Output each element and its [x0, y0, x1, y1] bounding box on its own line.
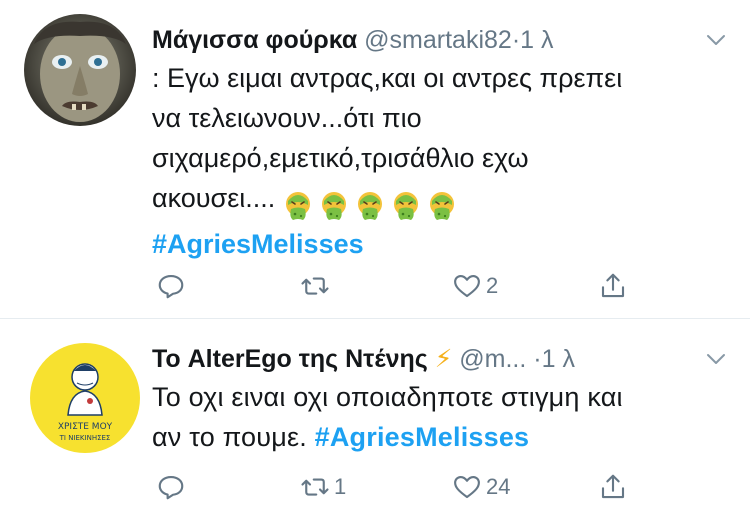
tweet-text-line: να τελειωνουν...ότι πιο	[152, 103, 422, 133]
retweet-icon	[301, 277, 329, 295]
hashtag-link[interactable]: #AgriesMelisses	[315, 422, 530, 452]
vomiting-face-icon	[321, 191, 346, 220]
tweet-text: : Εγω ειμαι αντρας,και οι αντρες πρεπει …	[152, 58, 722, 264]
separator-dot: ·	[533, 345, 542, 373]
tweet-text-line: Το οχι ειναι οχι οποιαδηποτε στιγμη και	[152, 382, 623, 412]
like-button[interactable]: 24	[452, 469, 510, 505]
witch-avatar-image	[24, 14, 136, 126]
tweet-text-fragment: ακουσει....	[152, 183, 276, 213]
chevron-down-icon[interactable]	[704, 347, 728, 371]
reply-button[interactable]	[156, 268, 186, 304]
display-name[interactable]: Το AlterEgo της Ντένης	[152, 345, 428, 373]
share-button[interactable]	[598, 268, 628, 304]
reply-icon	[158, 475, 184, 500]
lightning-emoji: ⚡	[434, 345, 453, 373]
like-button[interactable]: 2	[452, 268, 498, 304]
tweet-text-line: σιχαμερό,εμετικό,τρισάθλιο εχω	[152, 143, 529, 173]
avatar[interactable]: ΧΡΙΣΤΕ ΜΟΥ ΤΙ ΝΙΕΚΙΝΗΣΕΣ	[30, 343, 140, 453]
tweet-text: Το οχι ειναι οχι οποιαδηποτε στιγμη και …	[152, 377, 722, 457]
share-icon	[601, 273, 625, 298]
like-count: 2	[486, 273, 499, 298]
vomiting-face-icon	[357, 191, 382, 220]
separator-dot: ·	[511, 26, 521, 54]
timestamp[interactable]: 1 λ	[520, 26, 553, 54]
tweet[interactable]: Μάγισσα φούρκα @smartaki82·1 λ : Εγω ειμ…	[0, 0, 750, 318]
hashtag-link[interactable]: #AgriesMelisses	[152, 229, 364, 259]
tweet-actions: 2	[152, 268, 652, 304]
reply-button[interactable]	[156, 469, 186, 505]
tweet[interactable]: ΧΡΙΣΤΕ ΜΟΥ ΤΙ ΝΙΕΚΙΝΗΣΕΣ Το AlterEgo της…	[0, 319, 750, 521]
share-button[interactable]	[598, 469, 628, 505]
vomiting-face-icon	[285, 191, 310, 220]
chevron-down-icon[interactable]	[704, 28, 728, 52]
avatar[interactable]	[24, 14, 136, 126]
share-icon	[601, 474, 625, 499]
tweet-text-line: : Εγω ειμαι αντρας,και οι αντρες πρεπει	[152, 63, 623, 93]
handle[interactable]: @m...	[459, 345, 526, 373]
retweet-icon	[301, 478, 329, 496]
display-name[interactable]: Μάγισσα φούρκα	[152, 26, 357, 54]
illustrated-nurse-avatar-image: ΧΡΙΣΤΕ ΜΟΥ ΤΙ ΝΙΕΚΙΝΗΣΕΣ	[30, 343, 140, 453]
retweet-button[interactable]: 1	[300, 469, 346, 505]
reply-icon	[158, 274, 184, 299]
tweet-header: Μάγισσα φούρκα @smartaki82·1 λ	[152, 22, 730, 58]
tweet-text-fragment: αν το πουμε.	[152, 422, 307, 452]
vomiting-face-icon	[429, 191, 454, 220]
retweet-button[interactable]	[300, 268, 330, 304]
tweet-actions: 1 24	[152, 469, 652, 505]
vomiting-face-icon	[393, 191, 418, 220]
tweet-text-line: ακουσει....	[152, 178, 722, 224]
emoji-row	[283, 184, 463, 224]
tweet-header: Το AlterEgo της Ντένης ⚡ @m... ·1 λ	[152, 341, 730, 377]
avatar-caption: ΧΡΙΣΤΕ ΜΟΥ	[58, 422, 113, 432]
heart-icon	[454, 274, 480, 298]
tweet-text-line: αν το πουμε. #AgriesMelisses	[152, 417, 722, 457]
heart-icon	[454, 475, 480, 499]
retweet-count: 1	[334, 474, 347, 499]
handle[interactable]: @smartaki82	[364, 26, 512, 54]
timestamp[interactable]: 1 λ	[542, 345, 575, 373]
like-count: 24	[486, 474, 511, 499]
avatar-caption: ΤΙ ΝΙΕΚΙΝΗΣΕΣ	[59, 434, 111, 442]
